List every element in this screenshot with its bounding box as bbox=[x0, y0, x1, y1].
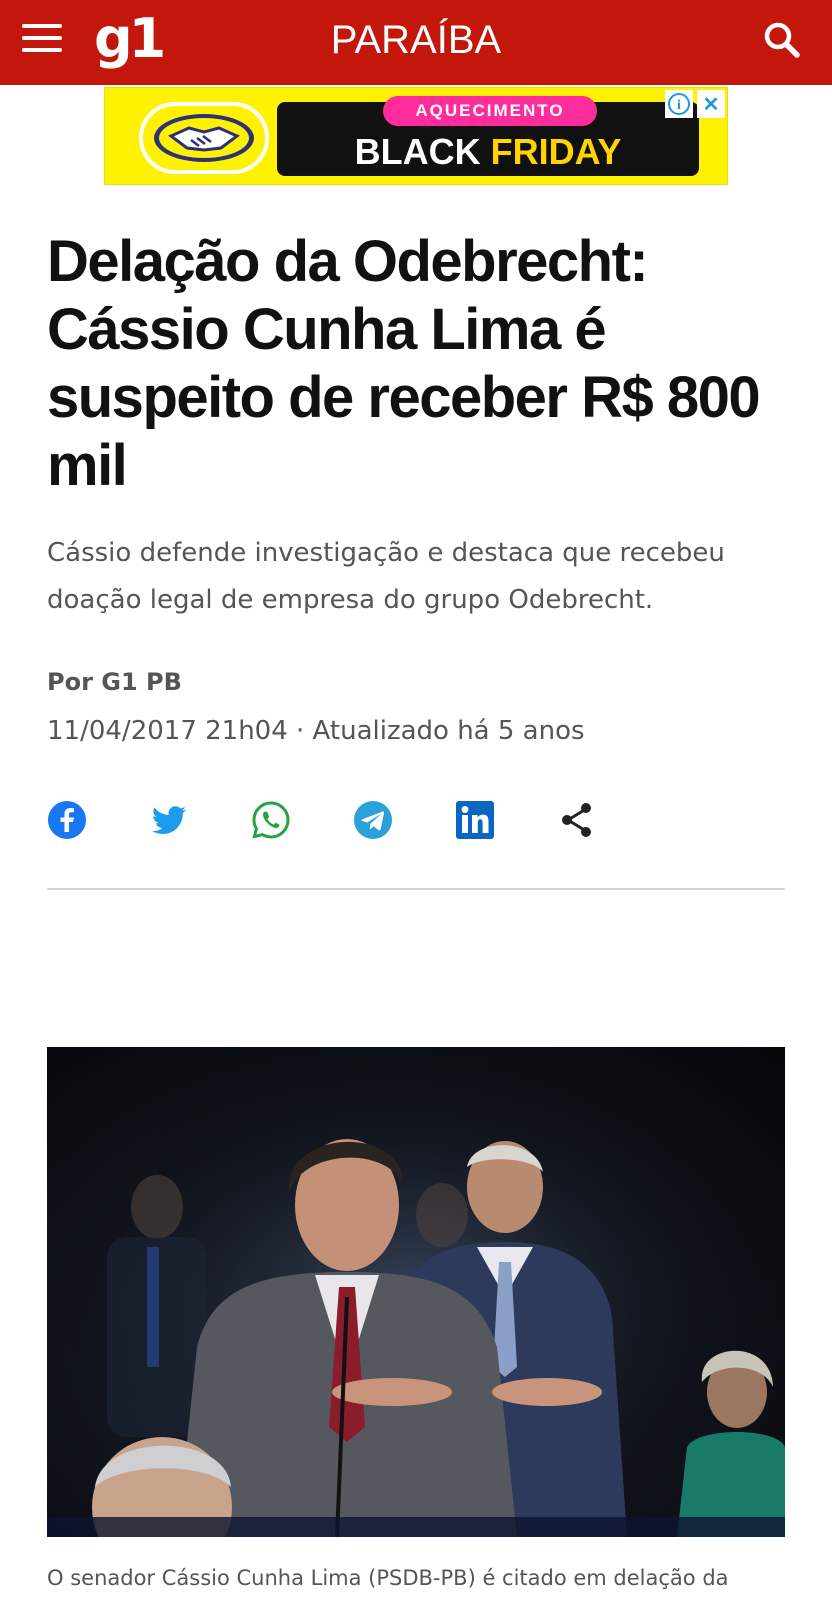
ad-controls: i ✕ bbox=[665, 90, 725, 118]
facebook-icon[interactable] bbox=[47, 800, 87, 840]
ad-main-word-1: BLACK bbox=[354, 131, 481, 172]
article-headline: Delação da Odebrecht: Cássio Cunha Lima … bbox=[47, 229, 761, 498]
ad-info-label: i bbox=[677, 98, 681, 113]
share-bar bbox=[47, 800, 659, 840]
photo-caption: O senador Cássio Cunha Lima (PSDB-PB) é … bbox=[47, 1566, 729, 1590]
whatsapp-icon[interactable] bbox=[251, 800, 291, 840]
ad-info-icon[interactable]: i bbox=[665, 90, 693, 118]
twitter-icon[interactable] bbox=[149, 800, 189, 840]
search-icon[interactable] bbox=[762, 20, 802, 60]
ad-close-icon[interactable]: ✕ bbox=[697, 90, 725, 118]
handshake-icon bbox=[139, 102, 269, 174]
advertisement-banner[interactable]: AQUECIMENTO BLACK FRIDAY i ✕ bbox=[104, 87, 728, 185]
ad-main-text: BLACK FRIDAY bbox=[277, 132, 699, 172]
article-subtitle: Cássio defende investigação e destaca qu… bbox=[47, 538, 725, 615]
telegram-icon[interactable] bbox=[353, 800, 393, 840]
article-author: Por G1 PB bbox=[47, 668, 182, 696]
ad-black-friday-box: AQUECIMENTO BLACK FRIDAY bbox=[277, 96, 699, 176]
article-photo[interactable] bbox=[47, 1047, 785, 1537]
section-title: PARAÍBA bbox=[330, 18, 502, 62]
ad-main-word-2: FRIDAY bbox=[490, 131, 622, 172]
share-divider bbox=[47, 888, 785, 890]
linkedin-icon[interactable] bbox=[455, 800, 495, 840]
share-icon[interactable] bbox=[557, 800, 597, 840]
article-dateline: 11/04/2017 21h04 · Atualizado há 5 anos bbox=[47, 716, 585, 746]
ad-pill-label: AQUECIMENTO bbox=[383, 96, 597, 126]
top-navigation-bar: g1 PARAÍBA bbox=[0, 0, 832, 85]
